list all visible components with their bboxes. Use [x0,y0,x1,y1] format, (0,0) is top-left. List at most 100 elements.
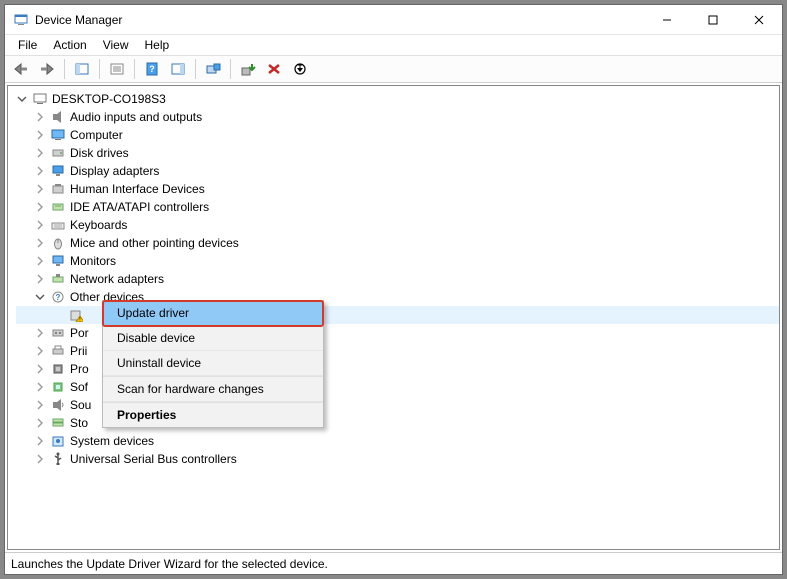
statusbar: Launches the Update Driver Wizard for th… [5,552,782,574]
chevron-right-icon[interactable] [34,219,46,231]
tree-category-label: Audio inputs and outputs [70,110,202,124]
chevron-right-icon[interactable] [34,363,46,375]
system-icon [50,433,66,449]
tree-category-label: Sou [70,398,91,412]
toolbar-separator [64,59,65,79]
context-scan-hardware[interactable]: Scan for hardware changes [103,376,323,402]
help-button[interactable]: ? [140,57,164,81]
titlebar: Device Manager [5,5,782,35]
tree-category-label: Display adapters [70,164,159,178]
update-driver-button[interactable] [236,57,260,81]
tree-category[interactable]: Monitors [16,252,779,270]
chevron-down-icon[interactable] [34,291,46,303]
chevron-right-icon[interactable] [34,399,46,411]
chevron-right-icon[interactable] [34,273,46,285]
context-uninstall-device[interactable]: Uninstall device [103,351,323,376]
close-button[interactable] [736,5,782,35]
device-tree-pane: DESKTOP-CO198S3 Audio inputs and outputs… [7,85,780,550]
tree-category-label: Mice and other pointing devices [70,236,239,250]
chevron-right-icon[interactable] [34,129,46,141]
show-hide-console-tree-button[interactable] [70,57,94,81]
statusbar-text: Launches the Update Driver Wizard for th… [11,557,328,571]
tree-category[interactable]: Network adapters [16,270,779,288]
keyboard-icon [50,217,66,233]
chevron-right-icon[interactable] [34,435,46,447]
tree-category[interactable]: Mice and other pointing devices [16,234,779,252]
tree-category[interactable]: Universal Serial Bus controllers [16,450,779,468]
tree-category[interactable]: Disk drives [16,144,779,162]
back-button[interactable] [9,57,33,81]
disk-icon [50,145,66,161]
scan-hardware-button[interactable] [201,57,225,81]
context-disable-device[interactable]: Disable device [103,326,323,351]
tree-category[interactable]: IDE ATA/ATAPI controllers [16,198,779,216]
app-icon [13,12,29,28]
tree-category[interactable]: Human Interface Devices [16,180,779,198]
unknown-device-warning-icon: ! [68,307,84,323]
tree-category-label: System devices [70,434,154,448]
chevron-right-icon[interactable] [34,237,46,249]
menubar: File Action View Help [5,35,782,55]
action-pane-button[interactable] [166,57,190,81]
tree-root-label: DESKTOP-CO198S3 [52,92,166,106]
chevron-right-icon[interactable] [34,201,46,213]
chevron-right-icon[interactable] [34,345,46,357]
tree-category[interactable]: System devices [16,432,779,450]
processor-icon [50,361,66,377]
sound-icon [50,397,66,413]
tree-category-label: Sof [70,380,88,394]
chevron-right-icon[interactable] [34,183,46,195]
toolbar-separator [195,59,196,79]
storage-icon [50,415,66,431]
device-manager-window: Device Manager File Action View Help ? [4,4,783,575]
tree-category-label: Human Interface Devices [70,182,205,196]
maximize-button[interactable] [690,5,736,35]
tree-category[interactable]: Computer [16,126,779,144]
tree-category[interactable]: Audio inputs and outputs [16,108,779,126]
device-tree[interactable]: DESKTOP-CO198S3 Audio inputs and outputs… [8,86,779,468]
hid-icon [50,181,66,197]
minimize-button[interactable] [644,5,690,35]
chevron-right-icon[interactable] [34,255,46,267]
tree-category-label: Disk drives [70,146,129,160]
tree-root[interactable]: DESKTOP-CO198S3 [16,90,779,108]
svg-text:?: ? [56,293,61,302]
chevron-down-icon[interactable] [16,93,28,105]
usb-icon [50,451,66,467]
menu-view[interactable]: View [96,37,136,53]
context-update-driver[interactable]: Update driver [103,301,323,326]
uninstall-button[interactable] [262,57,286,81]
chevron-right-icon[interactable] [34,417,46,429]
chevron-right-icon[interactable] [34,111,46,123]
mouse-icon [50,235,66,251]
chevron-right-icon[interactable] [34,381,46,393]
disable-button[interactable] [288,57,312,81]
tree-category[interactable]: Keyboards [16,216,779,234]
context-menu: Update driver Disable device Uninstall d… [102,300,324,428]
tree-category-label: IDE ATA/ATAPI controllers [70,200,209,214]
menu-action[interactable]: Action [46,37,93,53]
chevron-right-icon[interactable] [34,147,46,159]
toolbar-separator [134,59,135,79]
tree-category-label: Computer [70,128,123,142]
menu-file[interactable]: File [11,37,44,53]
chevron-right-icon[interactable] [34,165,46,177]
software-icon [50,379,66,395]
tree-category-label: Pro [70,362,89,376]
tree-category-label: Por [70,326,89,340]
port-icon [50,325,66,341]
chevron-right-icon[interactable] [34,327,46,339]
context-properties[interactable]: Properties [103,402,323,427]
toolbar-separator [99,59,100,79]
tree-category-label: Universal Serial Bus controllers [70,452,237,466]
properties-button[interactable] [105,57,129,81]
computer-icon [50,127,66,143]
chevron-right-icon[interactable] [34,453,46,465]
tree-category[interactable]: Display adapters [16,162,779,180]
monitor-icon [50,253,66,269]
display-icon [50,163,66,179]
forward-button[interactable] [35,57,59,81]
menu-help[interactable]: Help [138,37,177,53]
audio-icon [50,109,66,125]
tree-category-label: Keyboards [70,218,127,232]
